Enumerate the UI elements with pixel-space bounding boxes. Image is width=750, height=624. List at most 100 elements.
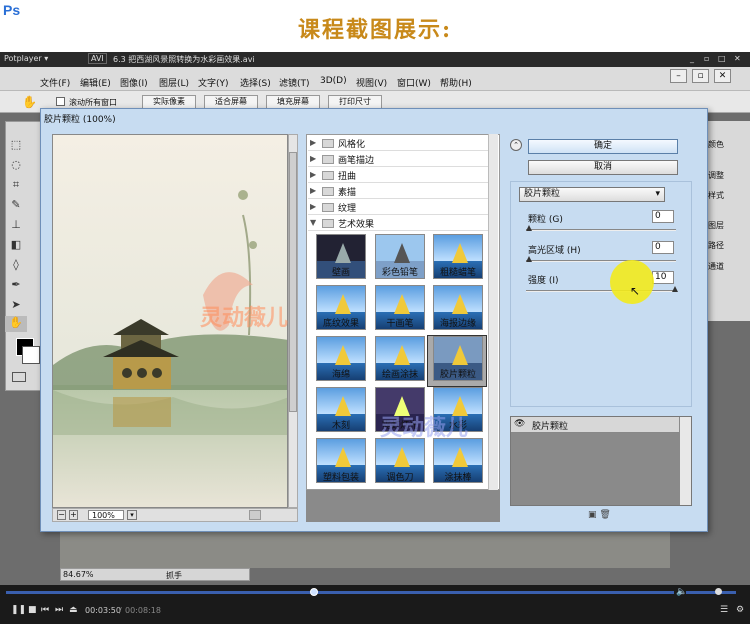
category-stylize[interactable]: ▶ 风格化 xyxy=(308,136,488,151)
potplayer-titlebar: Potplayer ▾ AVI 6.3 把西湖风景照转换为水彩画效果.avi _… xyxy=(0,52,750,67)
highlight-slider-knob[interactable] xyxy=(526,256,532,262)
playlist-icon[interactable]: ☰ xyxy=(720,605,728,615)
panel-paths[interactable]: 路径 xyxy=(708,240,724,251)
highlight-input[interactable]: 0 xyxy=(652,241,674,254)
panel-layers[interactable]: 图层 xyxy=(708,220,724,231)
menu-type[interactable]: 文字(Y) xyxy=(198,76,229,89)
zoom-in-button[interactable]: + xyxy=(69,510,78,520)
zoom-dropdown-icon[interactable]: ▾ xyxy=(127,510,137,520)
panel-channels[interactable]: 通道 xyxy=(708,261,724,272)
menu-image[interactable]: 图像(I) xyxy=(120,76,148,89)
stamp-tool-icon[interactable]: ⊥ xyxy=(5,218,27,234)
select-tool-icon[interactable]: ➤ xyxy=(5,298,27,314)
filter-list-scrollbar[interactable] xyxy=(488,134,498,490)
actual-pixels-button[interactable]: 实际像素 xyxy=(142,95,196,109)
grain-input[interactable]: 0 xyxy=(652,210,674,223)
filter-label: 干画笔 xyxy=(386,319,414,329)
marquee-tool-icon[interactable]: ⬚ xyxy=(5,138,27,154)
ok-button[interactable]: 确定 xyxy=(528,139,678,154)
minimize-icon[interactable]: _ xyxy=(690,54,694,63)
layers-scrollbar[interactable] xyxy=(680,417,691,505)
restore-icon[interactable]: ▫ xyxy=(704,54,709,63)
menu-filter[interactable]: 滤镜(T) xyxy=(279,76,310,89)
category-texture[interactable]: ▶ 纹理 xyxy=(308,200,488,215)
folder-icon xyxy=(322,203,334,212)
folder-icon xyxy=(322,219,334,228)
filter-label: 木刻 xyxy=(331,421,350,431)
grain-slider[interactable] xyxy=(526,229,676,231)
cancel-button[interactable]: 取消 xyxy=(528,160,678,175)
brush-tool-icon[interactable]: ✎ xyxy=(5,198,27,214)
stop-icon[interactable]: ■ xyxy=(28,605,37,615)
print-size-button[interactable]: 打印尺寸 xyxy=(328,95,382,109)
pen-tool-icon[interactable]: ✒ xyxy=(5,278,27,294)
intensity-input[interactable]: 10 xyxy=(652,271,674,284)
prev-icon[interactable]: ⏮ xyxy=(41,605,49,615)
page-title: 课程截图展示: xyxy=(297,17,453,43)
intensity-label: 强度 (I) xyxy=(528,276,559,286)
menu-window[interactable]: 窗口(W) xyxy=(397,76,431,89)
background-color-swatch[interactable] xyxy=(22,346,40,364)
menu-file[interactable]: 文件(F) xyxy=(40,76,70,89)
fill-screen-button[interactable]: 填充屏幕 xyxy=(266,95,320,109)
pause-icon[interactable]: ❚❚ xyxy=(11,605,26,615)
category-sketch[interactable]: ▶ 素描 xyxy=(308,184,488,199)
filter-label: 壁画 xyxy=(331,268,350,278)
menu-view[interactable]: 视图(V) xyxy=(356,76,387,89)
menu-select[interactable]: 选择(S) xyxy=(240,76,271,89)
zoom-out-button[interactable]: − xyxy=(57,510,66,520)
eject-icon[interactable]: ⏏ xyxy=(69,605,78,615)
total-time: 00:08:18 xyxy=(125,606,161,615)
menu-help[interactable]: 帮助(H) xyxy=(440,76,472,89)
volume-knob[interactable] xyxy=(715,588,722,595)
menu-3d[interactable]: 3D(D) xyxy=(320,76,347,86)
ps-minimize-icon[interactable]: – xyxy=(670,69,687,83)
volume-icon[interactable]: 🔈 xyxy=(676,587,687,597)
seek-knob[interactable] xyxy=(310,588,318,596)
doc-zoom[interactable]: 84.67% xyxy=(63,570,94,579)
grain-slider-knob[interactable] xyxy=(526,225,532,231)
panel-styles[interactable]: 样式 xyxy=(708,190,724,201)
ps-logo: Ps xyxy=(3,2,21,18)
ps-close-icon[interactable]: ✕ xyxy=(714,69,731,83)
filter-label: 彩色铅笔 xyxy=(381,268,418,278)
fit-screen-button[interactable]: 适合屏幕 xyxy=(204,95,258,109)
crop-tool-icon[interactable]: ⌗ xyxy=(5,178,27,194)
blur-tool-icon[interactable]: ◊ xyxy=(5,258,27,274)
new-layer-icon[interactable]: ▣ 🗑 xyxy=(588,510,611,520)
panel-adjust[interactable]: 调整 xyxy=(708,170,724,181)
intensity-slider-knob[interactable] xyxy=(672,286,678,292)
menu-edit[interactable]: 编辑(E) xyxy=(80,76,111,89)
category-brush-strokes[interactable]: ▶ 画笔描边 xyxy=(308,152,488,167)
filter-select[interactable]: 胶片颗粒 ▾ xyxy=(519,187,665,202)
seek-bar[interactable] xyxy=(6,591,674,594)
volume-bar[interactable] xyxy=(686,591,736,594)
intensity-slider[interactable] xyxy=(526,290,676,292)
zoom-field[interactable]: 100% xyxy=(88,510,124,520)
eye-icon[interactable]: 👁 xyxy=(514,419,526,431)
quick-mask-icon[interactable] xyxy=(12,372,26,382)
category-artistic[interactable]: ▼ 艺术效果 xyxy=(308,216,488,231)
folder-icon xyxy=(322,187,334,196)
hand-tool-icon[interactable]: ✋ xyxy=(22,95,37,109)
watermark: 灵动薇儿 xyxy=(380,415,469,441)
lasso-tool-icon[interactable]: ◌ xyxy=(5,158,27,174)
ps-restore-icon[interactable]: ▫ xyxy=(692,69,709,83)
scroll-all-checkbox[interactable] xyxy=(56,97,65,106)
close-icon[interactable]: ✕ xyxy=(734,54,741,63)
potplayer-menu-button[interactable]: Potplayer ▾ xyxy=(4,54,48,63)
settings-icon[interactable]: ⚙ xyxy=(736,605,744,615)
panel-color[interactable]: 颜色 xyxy=(708,139,724,150)
category-distort[interactable]: ▶ 扭曲 xyxy=(308,168,488,183)
preview-h-scroll-thumb[interactable] xyxy=(249,510,261,520)
collapse-gallery-icon[interactable]: ⌃ xyxy=(510,139,522,151)
hand-tool-icon-box[interactable]: ✋ xyxy=(5,316,27,332)
filter-list-empty xyxy=(306,490,500,522)
highlight-label: 高光区域 (H) xyxy=(528,246,581,256)
eraser-tool-icon[interactable]: ◧ xyxy=(5,238,27,254)
menu-layer[interactable]: 图层(L) xyxy=(159,76,189,89)
preview-scroll-thumb[interactable] xyxy=(289,152,297,412)
highlight-slider[interactable] xyxy=(526,260,676,262)
maximize-icon[interactable]: □ xyxy=(718,54,726,63)
next-icon[interactable]: ⏭ xyxy=(55,605,63,615)
